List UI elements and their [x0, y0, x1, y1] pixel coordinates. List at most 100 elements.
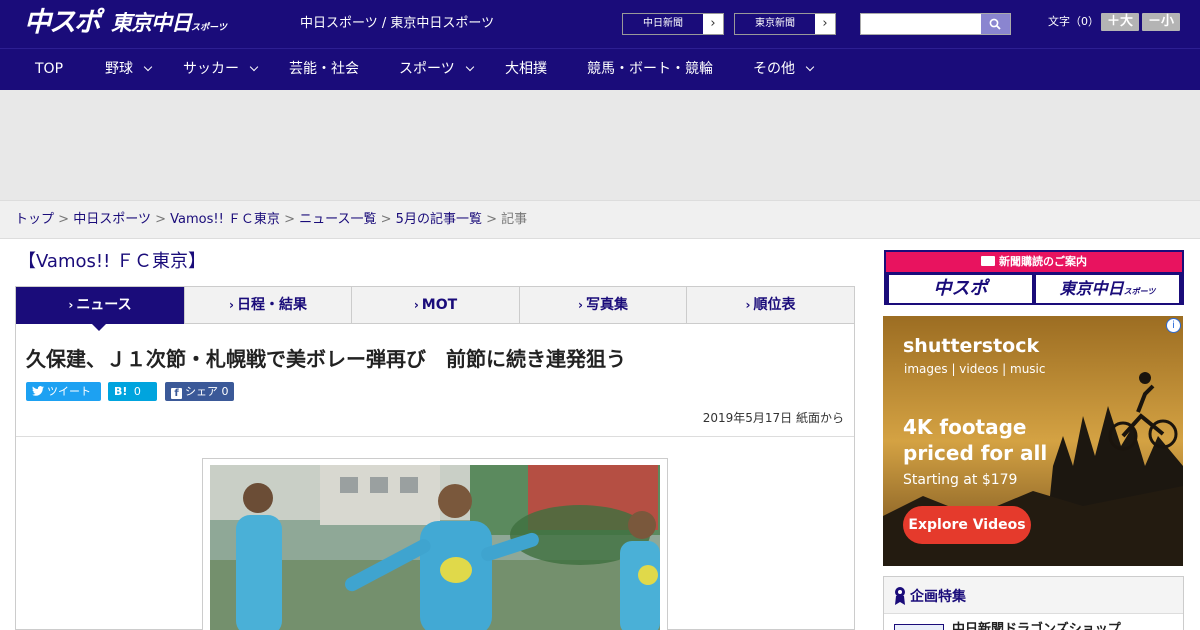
tweet-label: ツイート — [47, 385, 91, 398]
nav-label: 競馬・ボート・競輪 — [587, 61, 713, 77]
logo-text: 東京中日 — [1059, 279, 1124, 298]
paper-label: 東京新聞 — [735, 14, 815, 34]
tab-label: ニュース — [76, 297, 132, 313]
facebook-icon: f — [171, 388, 182, 399]
nav-item-sumo[interactable]: 大相撲 — [505, 49, 547, 90]
nav-item-other[interactable]: その他 — [753, 49, 815, 90]
chevron-right-icon: › — [413, 298, 419, 312]
chevron-right-icon: › — [710, 16, 716, 31]
active-tab-pointer — [92, 324, 106, 331]
nav-label: TOP — [35, 61, 64, 77]
tab-schedule[interactable]: › 日程・結果 — [185, 287, 352, 324]
section-tabs: › ニュース › 日程・結果 › MOT › 写真集 › 順位表 — [15, 286, 855, 324]
subscription-header: 新聞購読のご案内 — [886, 252, 1182, 272]
breadcrumb-link[interactable]: 5月の記事一覧 — [396, 212, 482, 227]
breadcrumb-link[interactable]: Vamos!! ＦＣ東京 — [170, 212, 280, 227]
features-box: 企画特集 中日新聞ドラゴンズショップ — [883, 576, 1184, 630]
divider — [16, 436, 854, 437]
tab-standings[interactable]: › 順位表 — [687, 287, 854, 324]
paper-label: 中日新聞 — [623, 14, 703, 34]
newspaper-icon — [981, 256, 995, 266]
advertisement[interactable]: shutterstock images | videos | music 4K … — [883, 316, 1183, 566]
ribbon-icon — [895, 587, 905, 605]
tab-label: 順位表 — [753, 297, 796, 313]
tokyo-shimbun-link[interactable]: 東京新聞 › — [734, 13, 836, 35]
subscription-box[interactable]: 新聞購読のご案内 中スポ 東京中日スポーツ — [884, 250, 1184, 305]
chevron-right-icon: › — [745, 298, 751, 312]
logo-small-text: スポーツ — [1123, 287, 1156, 296]
top-bar: 中スポ 東京中日スポーツ 中日スポーツ / 東京中日スポーツ 中日新聞 › 東京… — [0, 0, 1200, 48]
nav-label: その他 — [753, 61, 795, 77]
article-card: 久保建、Ｊ１次節・札幌戦で美ボレー弾再び 前節に続き連発狙う ツイート B! 0… — [15, 324, 855, 630]
subscription-title: 新聞購読のご案内 — [999, 255, 1087, 268]
chevron-down-icon — [143, 62, 153, 72]
subscribe-chunichi-sports-logo[interactable]: 中スポ — [889, 275, 1032, 303]
breadcrumb: トップ > 中日スポーツ > Vamos!! ＦＣ東京 > ニュース一覧 > 5… — [0, 200, 1200, 239]
nav-label: 大相撲 — [505, 61, 547, 77]
breadcrumb-separator: > — [380, 212, 392, 227]
font-smaller-button[interactable]: －小 — [1142, 13, 1180, 31]
site-names: 中日スポーツ / 東京中日スポーツ — [300, 16, 495, 31]
chunichi-sports-logo[interactable]: 中スポ — [24, 8, 101, 38]
feature-thumbnail[interactable] — [894, 624, 944, 630]
ad-headline-2: priced for all — [903, 441, 1048, 465]
feature-item-label[interactable]: 中日新聞ドラゴンズショップ — [952, 622, 1121, 630]
nav-item-racing[interactable]: 競馬・ボート・競輪 — [587, 49, 713, 90]
tokyo-chunichi-sports-logo[interactable]: 東京中日スポーツ — [111, 10, 227, 41]
tab-photos[interactable]: › 写真集 — [520, 287, 687, 324]
tab-mot[interactable]: › MOT — [352, 287, 520, 324]
nav-item-baseball[interactable]: 野球 — [105, 49, 153, 90]
search-button[interactable] — [981, 14, 1010, 34]
ad-price: Starting at $179 — [903, 472, 1018, 488]
article-date: 2019年5月17日 紙面から — [702, 411, 844, 425]
soccer-players-photo — [210, 465, 660, 630]
search-icon — [989, 18, 1001, 30]
explore-videos-button[interactable]: Explore Videos — [903, 506, 1031, 544]
tab-label: 日程・結果 — [236, 297, 307, 313]
tab-news[interactable]: › ニュース — [16, 287, 185, 324]
breadcrumb-separator: > — [58, 212, 70, 227]
breadcrumb-separator: > — [284, 212, 295, 227]
search-input[interactable] — [861, 14, 981, 34]
breadcrumb-link[interactable]: ニュース一覧 — [299, 212, 376, 227]
ad-subtitle: images | videos | music — [904, 362, 1046, 376]
nav-label: サッカー — [183, 61, 239, 77]
tweet-button[interactable]: ツイート — [26, 382, 101, 401]
chevron-right-icon: › — [578, 298, 583, 312]
breadcrumb-link[interactable]: トップ — [15, 212, 54, 227]
font-bigger-button[interactable]: ＋大 — [1101, 13, 1139, 31]
nav-item-entertainment[interactable]: 芸能・社会 — [289, 49, 359, 90]
breadcrumb-separator: > — [486, 212, 497, 227]
tab-label: MOT — [421, 297, 458, 313]
breadcrumb-link[interactable]: 中日スポーツ — [73, 212, 151, 227]
nav-item-top[interactable]: TOP — [35, 49, 63, 90]
nav-item-soccer[interactable]: サッカー — [183, 49, 259, 90]
tab-label: 写真集 — [585, 297, 628, 313]
section-title[interactable]: 【Vamos!! ＦＣ東京】 — [18, 250, 206, 274]
search-box — [860, 13, 1011, 35]
nav-item-sports[interactable]: スポーツ — [399, 49, 474, 90]
ad-brand: shutterstock — [903, 335, 1040, 357]
logo-text: 東京中日 — [111, 11, 192, 35]
ad-banner-area — [0, 90, 1200, 200]
nav-label: 芸能・社会 — [289, 61, 359, 77]
chevron-right-icon: › — [229, 298, 234, 312]
chevron-down-icon — [249, 62, 259, 72]
logo-small-text: スポーツ — [191, 23, 227, 33]
hatena-icon: B! — [114, 385, 128, 398]
article-headline: 久保建、Ｊ１次節・札幌戦で美ボレー弾再び 前節に続き連発狙う — [26, 347, 626, 371]
main-nav: TOP 野球 サッカー 芸能・社会 スポーツ 大相撲 競馬・ボート・競輪 その他 — [0, 48, 1200, 90]
nav-label: スポーツ — [399, 61, 455, 77]
chevron-down-icon — [805, 62, 815, 72]
features-title: 企画特集 — [910, 589, 966, 605]
ad-headline-1: 4K footage — [903, 415, 1027, 439]
chunichi-shimbun-link[interactable]: 中日新聞 › — [622, 13, 724, 35]
subscribe-tokyo-chunichi-logo[interactable]: 東京中日スポーツ — [1036, 275, 1179, 303]
hatena-bookmark-button[interactable]: B! 0 — [108, 382, 157, 401]
chevron-right-icon: › — [68, 298, 74, 312]
article-photo[interactable] — [210, 465, 660, 630]
facebook-share-button[interactable]: f シェア 0 — [165, 382, 234, 401]
article-photo-frame — [202, 458, 668, 630]
twitter-bird-icon — [32, 386, 44, 396]
ad-info-icon[interactable]: i — [1166, 318, 1181, 333]
